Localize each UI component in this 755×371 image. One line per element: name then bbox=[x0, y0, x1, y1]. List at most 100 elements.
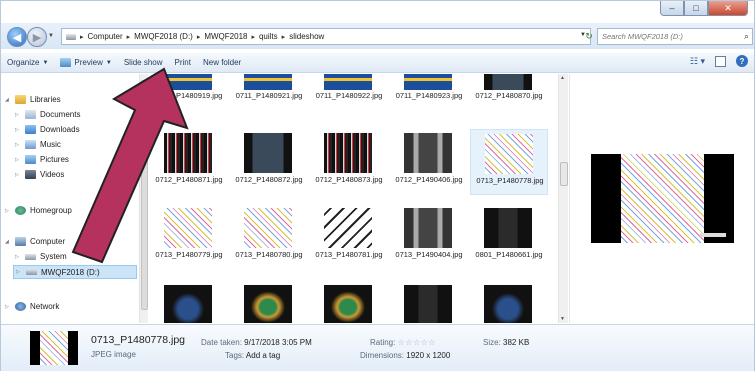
nav-computer-label: Computer bbox=[30, 237, 66, 246]
nav-videos[interactable]: ▷ Videos bbox=[15, 170, 64, 179]
nav-network[interactable]: ▷ Network bbox=[5, 302, 59, 311]
search-box[interactable]: ⌕ bbox=[597, 28, 753, 45]
dimensions-label: Dimensions: bbox=[360, 351, 405, 360]
help-icon[interactable]: ? bbox=[736, 55, 748, 67]
collapsed-triangle-icon[interactable]: ▷ bbox=[5, 208, 11, 214]
file-tile[interactable]: 0801_P1480661.jpg bbox=[470, 204, 548, 270]
new-folder-button[interactable]: New folder bbox=[197, 54, 247, 72]
crumb-computer[interactable]: Computer bbox=[88, 32, 123, 41]
refresh-icon[interactable]: ↻ bbox=[582, 28, 596, 45]
file-thumbnail bbox=[324, 285, 372, 323]
size-value: 382 KB bbox=[503, 338, 530, 347]
nav-libraries-label: Libraries bbox=[30, 95, 61, 104]
chevron-right-icon[interactable]: ▸ bbox=[80, 33, 84, 41]
file-tile[interactable]: 0712_P1490406.jpg bbox=[390, 129, 468, 195]
view-options-icon[interactable]: ☷ ▾ bbox=[690, 56, 705, 67]
details-thumbnail bbox=[30, 331, 78, 365]
file-thumbnail bbox=[484, 285, 532, 323]
file-tile[interactable]: 0713_P1490404.jpg bbox=[390, 204, 468, 270]
maximize-button[interactable]: □ bbox=[684, 1, 708, 16]
date-taken-value[interactable]: 9/17/2018 3:05 PM bbox=[244, 338, 312, 347]
print-button[interactable]: Print bbox=[169, 54, 197, 72]
tags-value[interactable]: Add a tag bbox=[246, 351, 280, 360]
nav-pictures[interactable]: ▷ Pictures bbox=[15, 155, 69, 164]
forward-button[interactable]: ▶ bbox=[27, 27, 47, 47]
file-tile[interactable]: 0712_P1480871.jpg bbox=[150, 129, 228, 195]
search-input[interactable] bbox=[598, 29, 728, 44]
file-tile[interactable] bbox=[230, 282, 308, 323]
nav-documents-label: Documents bbox=[40, 110, 81, 119]
nav-music[interactable]: ▷ Music bbox=[15, 140, 61, 149]
search-icon[interactable]: ⌕ bbox=[744, 31, 749, 42]
network-icon bbox=[15, 302, 26, 311]
recent-pages-dropdown[interactable]: ▼ bbox=[48, 33, 54, 39]
nav-computer[interactable]: ◢ Computer bbox=[5, 237, 65, 246]
collapsed-triangle-icon[interactable]: ▷ bbox=[15, 254, 21, 260]
nav-system[interactable]: ▷ System bbox=[15, 252, 67, 261]
collapsed-triangle-icon[interactable]: ▷ bbox=[15, 112, 21, 118]
chevron-right-icon[interactable]: ▸ bbox=[127, 33, 131, 41]
file-list-scrollbar-thumb[interactable] bbox=[560, 162, 568, 186]
crumb-drive[interactable]: MWQF2018 (D:) bbox=[134, 32, 193, 41]
back-button[interactable]: ◀ bbox=[7, 27, 27, 47]
file-tile[interactable] bbox=[470, 282, 548, 323]
file-list-scrollbar[interactable]: ▲ ▼ bbox=[558, 74, 568, 323]
nav-drive-selected[interactable]: ▷ MWQF2018 (D:) bbox=[13, 265, 137, 279]
rating-stars[interactable]: ☆☆☆☆☆ bbox=[398, 338, 436, 347]
file-thumbnail bbox=[244, 133, 292, 173]
preview-menu[interactable]: Preview ▼ bbox=[54, 54, 117, 72]
file-tile[interactable]: 0712_P1480872.jpg bbox=[230, 129, 308, 195]
collapsed-triangle-icon[interactable]: ▷ bbox=[15, 157, 21, 163]
address-bar[interactable]: ▸ Computer ▸ MWQF2018 (D:) ▸ MWQF2018 ▸ … bbox=[61, 28, 591, 45]
file-tile-selected[interactable]: 0713_P1480778.jpg bbox=[470, 129, 548, 195]
collapsed-triangle-icon[interactable]: ▷ bbox=[15, 172, 21, 178]
file-tile[interactable]: 0712_P1480870.jpg bbox=[470, 74, 548, 136]
file-tile[interactable] bbox=[150, 282, 228, 323]
file-tile[interactable]: 0713_P1480780.jpg bbox=[230, 204, 308, 270]
file-name: 0712_P1490406.jpg bbox=[395, 175, 463, 184]
chevron-right-icon[interactable]: ▸ bbox=[197, 33, 201, 41]
crumb-slideshow[interactable]: slideshow bbox=[289, 32, 324, 41]
crumb-quilts[interactable]: quilts bbox=[259, 32, 278, 41]
file-tile[interactable]: 0711_P1480922.jpg bbox=[310, 74, 388, 136]
chevron-right-icon[interactable]: ▸ bbox=[282, 33, 286, 41]
nav-scrollbar-thumb[interactable] bbox=[141, 80, 148, 310]
nav-documents[interactable]: ▷ Documents bbox=[15, 110, 80, 119]
nav-downloads[interactable]: ▷ Downloads bbox=[15, 125, 80, 134]
slideshow-button[interactable]: Slide show bbox=[118, 54, 169, 72]
file-tile[interactable]: 0713_P1480779.jpg bbox=[150, 204, 228, 270]
expanded-triangle-icon[interactable]: ◢ bbox=[5, 97, 11, 103]
file-tile[interactable]: 0712_P1480873.jpg bbox=[310, 129, 388, 195]
organize-menu[interactable]: Organize ▼ bbox=[1, 54, 54, 72]
file-tile[interactable]: 0711_P1480919.jpg bbox=[150, 74, 228, 136]
file-tile[interactable]: 0711_P1480921.jpg bbox=[230, 74, 308, 136]
command-bar: Organize ▼ Preview ▼ Slide show Print New … bbox=[1, 53, 754, 73]
file-thumbnail bbox=[164, 208, 212, 248]
file-name: 0801_P1480661.jpg bbox=[475, 250, 543, 259]
slideshow-label: Slide show bbox=[123, 58, 163, 67]
file-tile[interactable]: 0711_P1480923.jpg bbox=[390, 74, 468, 136]
nav-downloads-label: Downloads bbox=[40, 125, 80, 134]
collapsed-triangle-icon[interactable]: ▷ bbox=[15, 142, 21, 148]
nav-homegroup[interactable]: ▷ Homegroup bbox=[5, 206, 72, 215]
file-tile[interactable] bbox=[390, 282, 468, 323]
expanded-triangle-icon[interactable]: ◢ bbox=[5, 239, 11, 245]
homegroup-icon bbox=[15, 206, 26, 215]
collapsed-triangle-icon[interactable]: ▷ bbox=[16, 269, 22, 275]
crumb-mwqf2018[interactable]: MWQF2018 bbox=[204, 32, 247, 41]
details-date-taken: Date taken: 9/17/2018 3:05 PM bbox=[201, 338, 312, 347]
nav-libraries[interactable]: ◢ Libraries bbox=[5, 95, 61, 104]
close-button[interactable]: ✕ bbox=[708, 1, 748, 16]
minimize-button[interactable]: – bbox=[660, 1, 684, 16]
chevron-right-icon[interactable]: ▸ bbox=[251, 33, 255, 41]
details-tags: Tags: Add a tag bbox=[225, 351, 280, 360]
collapsed-triangle-icon[interactable]: ▷ bbox=[5, 304, 11, 310]
file-tile[interactable]: 0713_P1480781.jpg bbox=[310, 204, 388, 270]
nav-scrollbar[interactable] bbox=[139, 74, 148, 323]
preview-pane-button[interactable] bbox=[715, 55, 726, 67]
file-tile[interactable] bbox=[310, 282, 388, 323]
collapsed-triangle-icon[interactable]: ▷ bbox=[15, 127, 21, 133]
scroll-down-icon[interactable]: ▼ bbox=[560, 316, 565, 322]
file-thumbnail bbox=[244, 74, 292, 90]
scroll-up-icon[interactable]: ▲ bbox=[560, 75, 565, 81]
